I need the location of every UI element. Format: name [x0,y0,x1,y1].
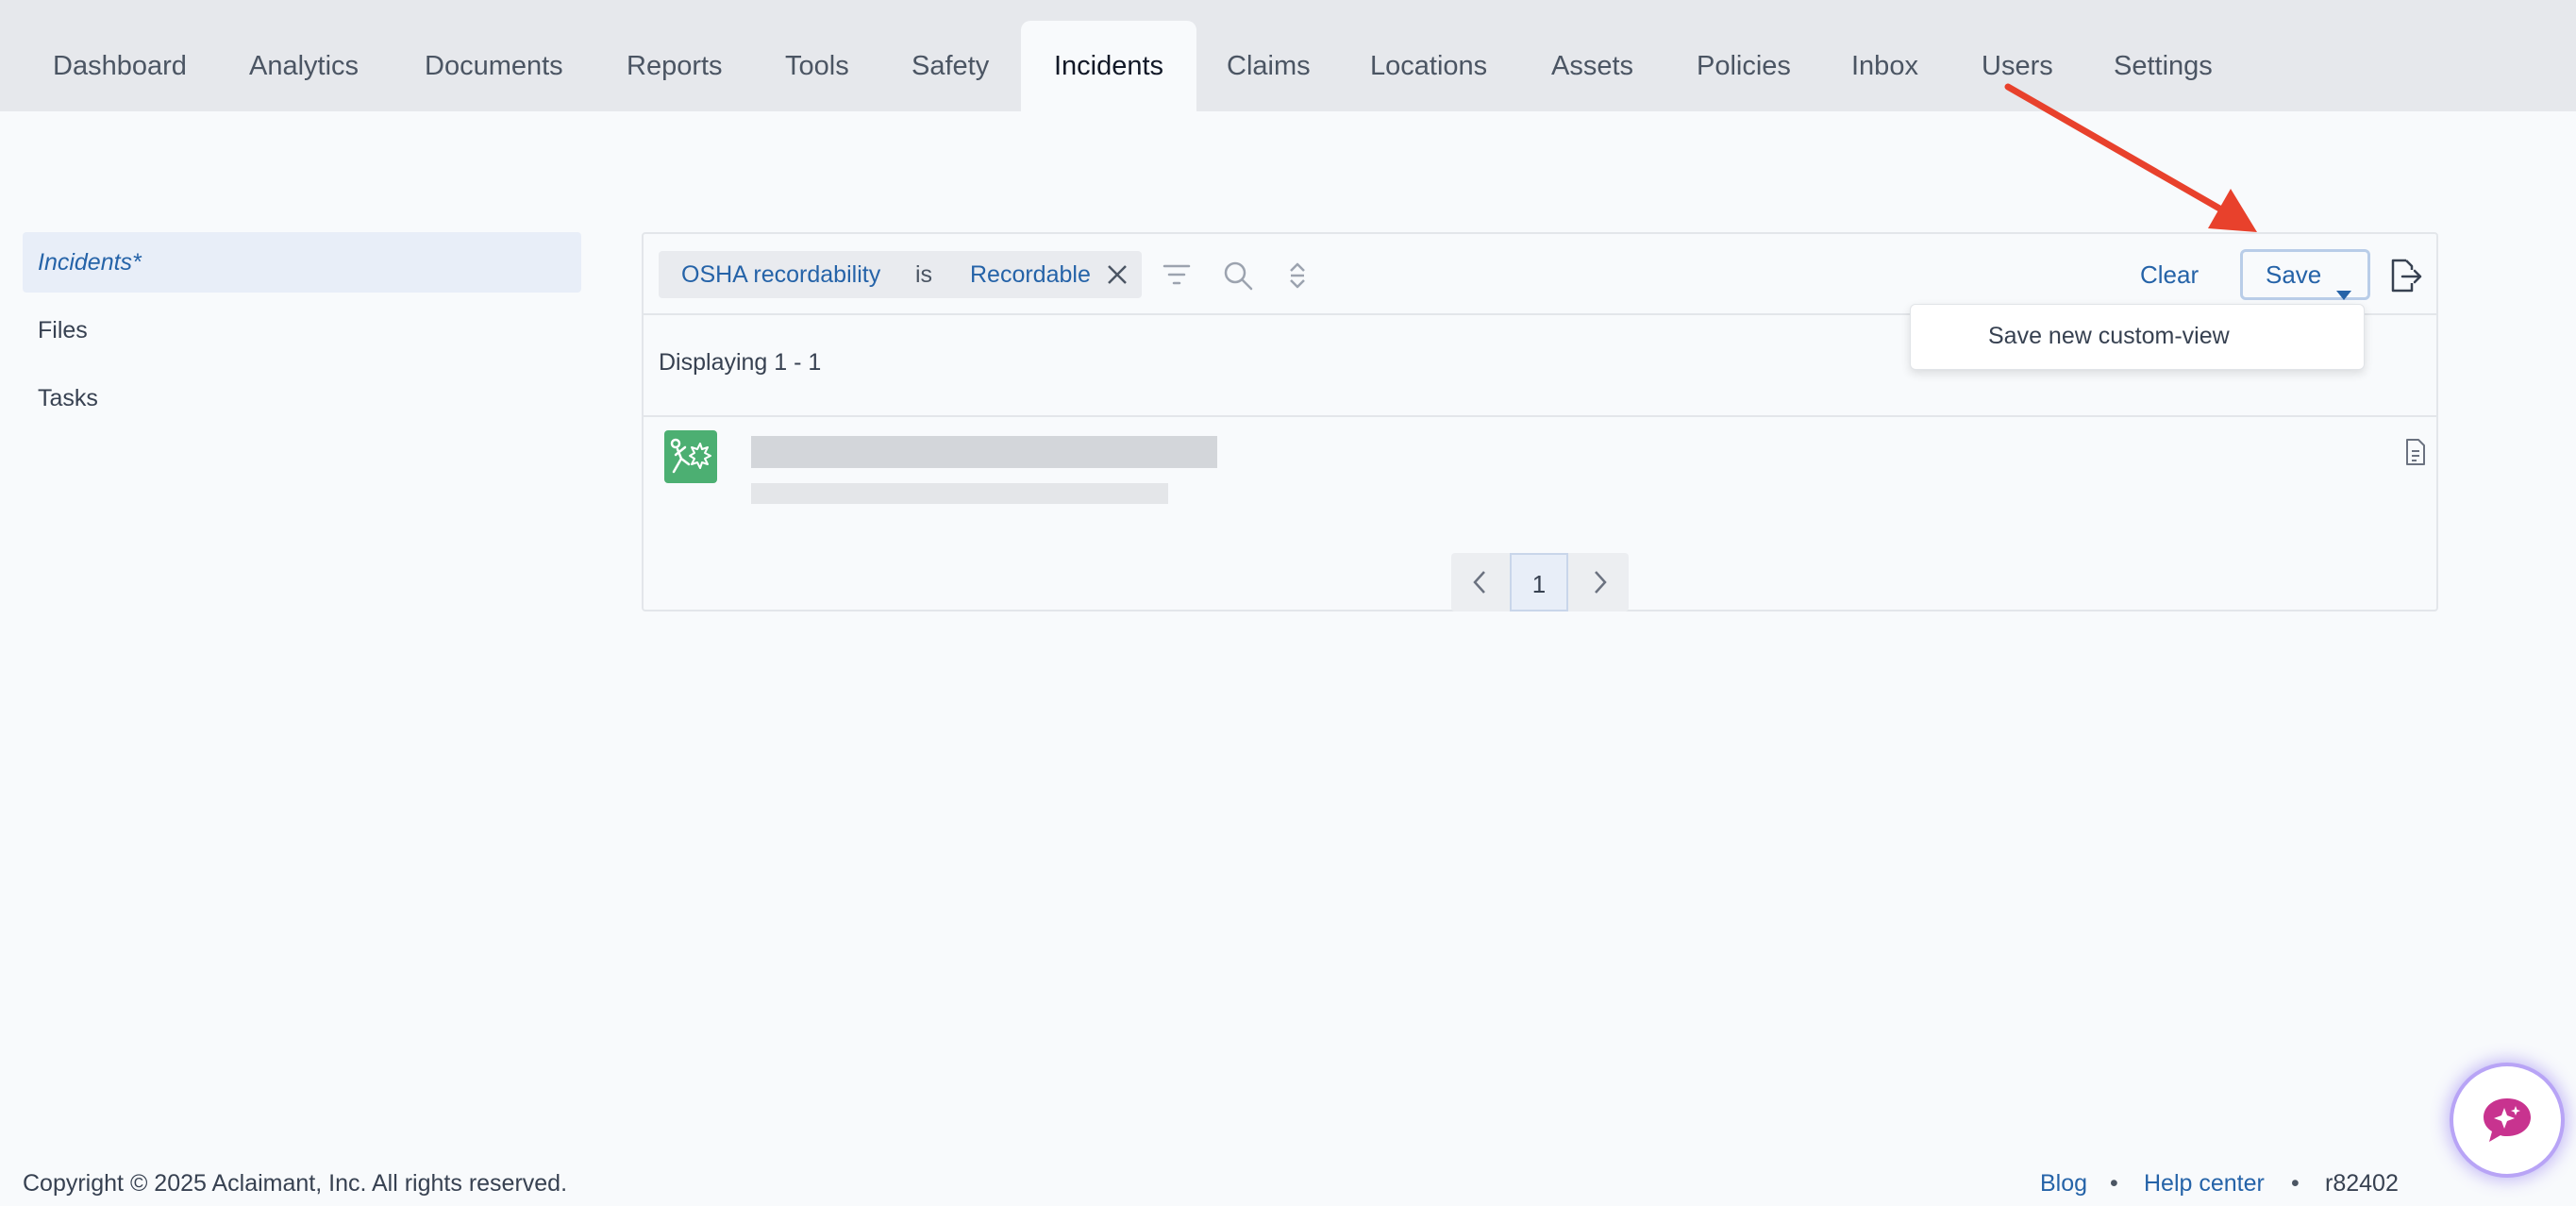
sort-icon[interactable] [1283,259,1312,297]
filter-icon[interactable] [1161,260,1193,293]
blog-link[interactable]: Blog [2040,1170,2087,1198]
help-center-link-label: Help center [2144,1170,2265,1197]
document-icon[interactable] [2404,438,2427,471]
tab-policies[interactable]: Policies [1666,21,1821,111]
export-icon[interactable] [2385,257,2423,299]
chat-sparkle-icon [2484,1098,2531,1142]
tab-incidents[interactable]: Incidents [1021,21,1196,111]
save-new-custom-view-option[interactable]: Save new custom-view [1911,305,2364,369]
chevron-left-icon[interactable] [1468,569,1493,600]
chevron-right-icon[interactable] [1587,569,1612,600]
tab-analytics[interactable]: Analytics [219,21,389,111]
save-button[interactable]: Save [2240,249,2370,300]
title-placeholder [751,436,1217,468]
search-icon[interactable] [1221,259,1255,297]
tab-assets[interactable]: Assets [1521,21,1664,111]
tab-locations[interactable]: Locations [1340,21,1517,111]
sidebar-item-files[interactable]: Files [23,300,581,360]
tab-dashboard[interactable]: Dashboard [23,21,217,111]
filter-value: Recordable [970,261,1091,288]
filter-operator: is [915,261,933,288]
remove-filter-icon[interactable] [1104,251,1130,298]
tab-inbox[interactable]: Inbox [1821,21,1949,111]
incidents-panel: OSHA recordability is Recordable Clear S… [642,232,2438,611]
sidebar-item-incidents[interactable]: Incidents* [23,232,581,293]
tab-reports[interactable]: Reports [596,21,753,111]
tab-claims[interactable]: Claims [1196,21,1341,111]
pagination: 1 [1451,553,1629,611]
clear-button[interactable]: Clear [2127,251,2212,298]
subtitle-placeholder [751,483,1168,504]
incident-type-icon [664,430,717,483]
page-number[interactable]: 1 [1510,553,1568,611]
help-center-link[interactable]: Help center [2144,1170,2265,1198]
filter-chip[interactable]: OSHA recordability is Recordable [659,251,1142,298]
tab-documents[interactable]: Documents [394,21,594,111]
blog-link-label: Blog [2040,1170,2088,1197]
results-count: Displaying 1 - 1 [659,349,822,376]
chat-assistant-button[interactable] [2453,1066,2561,1174]
save-button-label: Save [2266,260,2322,289]
copyright: Copyright © 2025 Aclaimant, Inc. All rig… [23,1170,568,1197]
tab-safety[interactable]: Safety [881,21,1019,111]
filter-field: OSHA recordability [681,261,881,288]
footer-separator: • [2110,1170,2118,1197]
tab-tools[interactable]: Tools [755,21,879,111]
footer-separator: • [2291,1170,2300,1197]
row-divider [644,415,2436,417]
annotation-arrow [2004,83,2257,232]
sidebar-item-tasks[interactable]: Tasks [23,368,581,428]
save-menu: Save new custom-view [1910,304,2365,370]
version-label: r82402 [2325,1170,2399,1197]
